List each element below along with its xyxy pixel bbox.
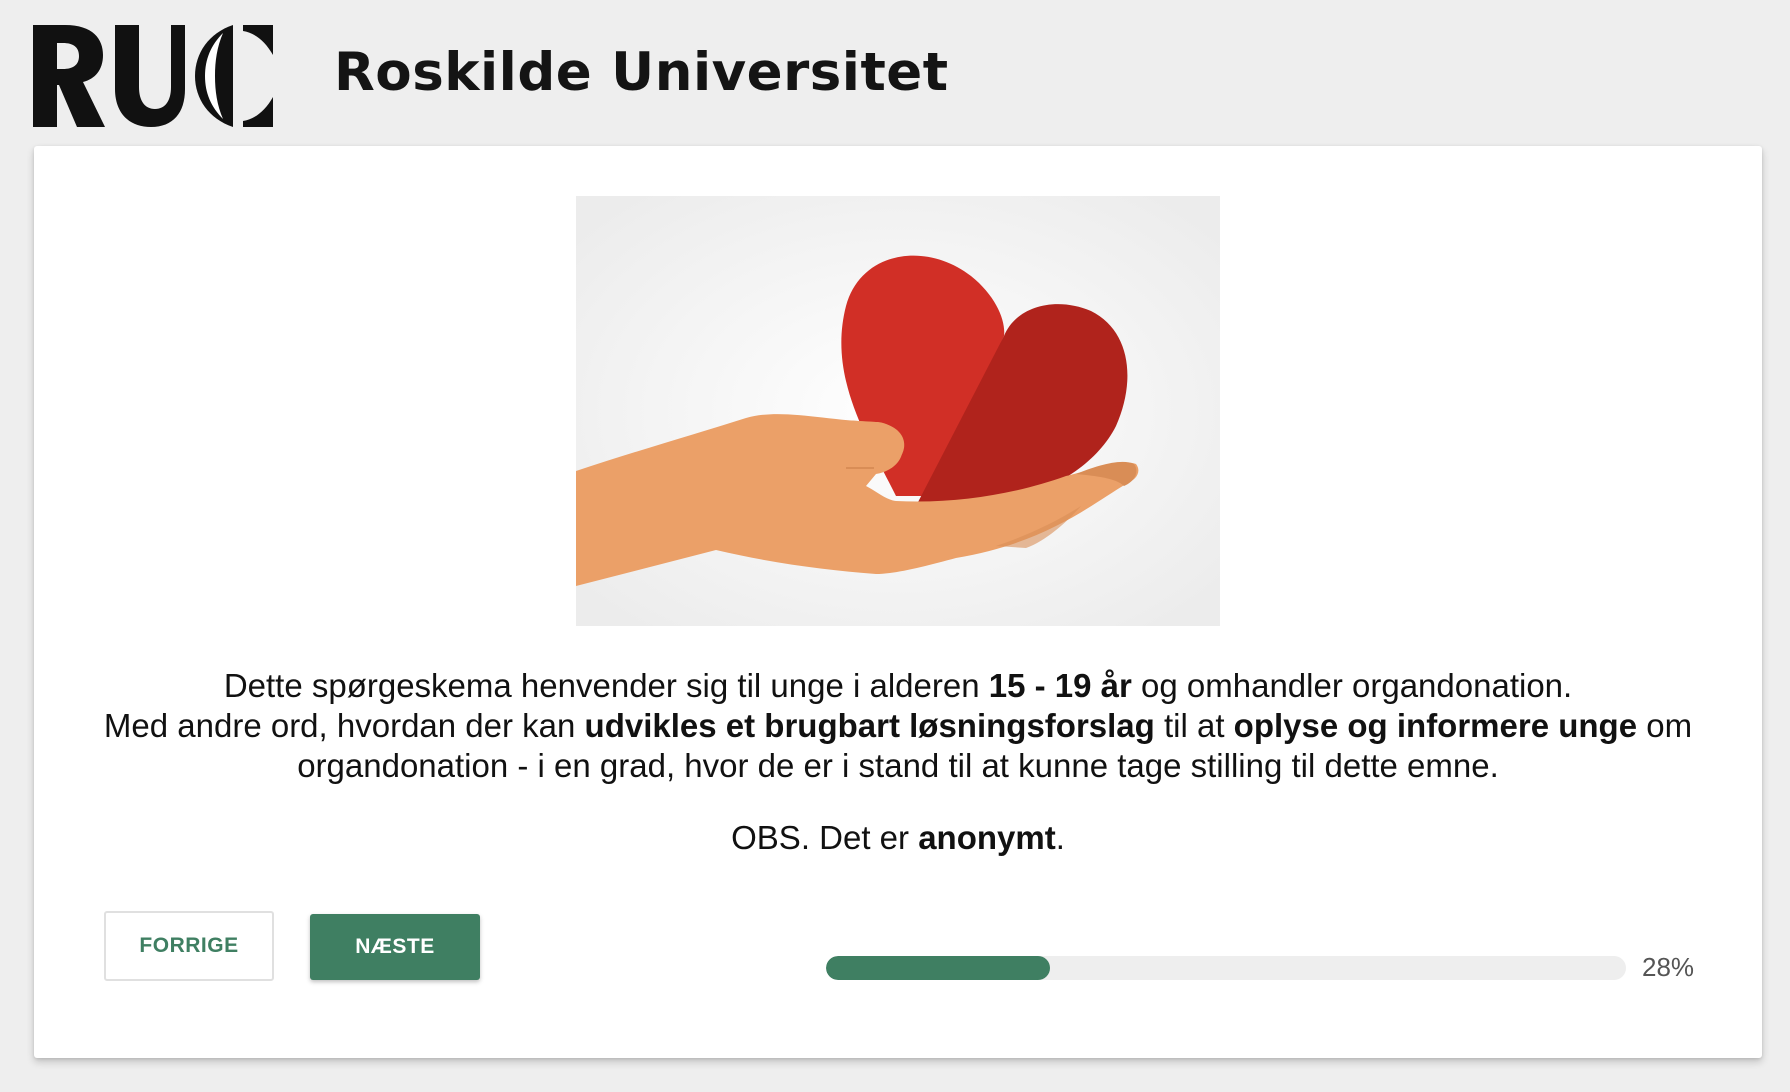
notice-text-b: .	[1055, 819, 1065, 856]
intro-line-2-text-c: om	[1637, 707, 1693, 744]
survey-card: Dette spørgeskema henvender sig til unge…	[34, 146, 1762, 1058]
intro-emphasis-solution: udvikles et brugbart løsningsforslag	[584, 707, 1155, 744]
intro-text: Dette spørgeskema henvender sig til unge…	[74, 666, 1722, 786]
hand-heart-illustration	[576, 196, 1220, 626]
intro-line-1-text-a: Dette spørgeskema henvender sig til unge…	[223, 667, 989, 704]
intro-line-2-text-b: til at	[1154, 707, 1234, 744]
intro-age-range: 15 - 19 år	[988, 667, 1132, 704]
university-name: Roskilde Universitet	[334, 42, 949, 103]
next-button[interactable]: NÆSTE	[310, 914, 480, 980]
intro-line-1: Dette spørgeskema henvender sig til unge…	[74, 666, 1722, 706]
previous-button[interactable]: FORRIGE	[104, 911, 274, 981]
ruc-logo	[33, 25, 273, 127]
notice-text-a: OBS. Det er	[731, 819, 919, 856]
progress-bar-fill	[826, 956, 1050, 980]
intro-line-2: Med andre ord, hvordan der kan udvikles …	[74, 706, 1722, 746]
intro-line-3: organdonation - i en grad, hvor de er i …	[297, 747, 1499, 784]
site-header: Roskilde Universitet	[0, 0, 1790, 146]
intro-line-2-text-a: Med andre ord, hvordan der kan	[103, 707, 585, 744]
progress-percentage: 28%	[1642, 952, 1695, 982]
intro-emphasis-inform: oplyse og informere unge	[1233, 707, 1638, 744]
anonymity-notice: OBS. Det er anonymt.	[74, 818, 1722, 858]
intro-line-1-text-b: og omhandler organdonation.	[1131, 667, 1573, 704]
progress-bar	[826, 956, 1626, 980]
notice-anonymous: anonymt	[918, 819, 1056, 856]
